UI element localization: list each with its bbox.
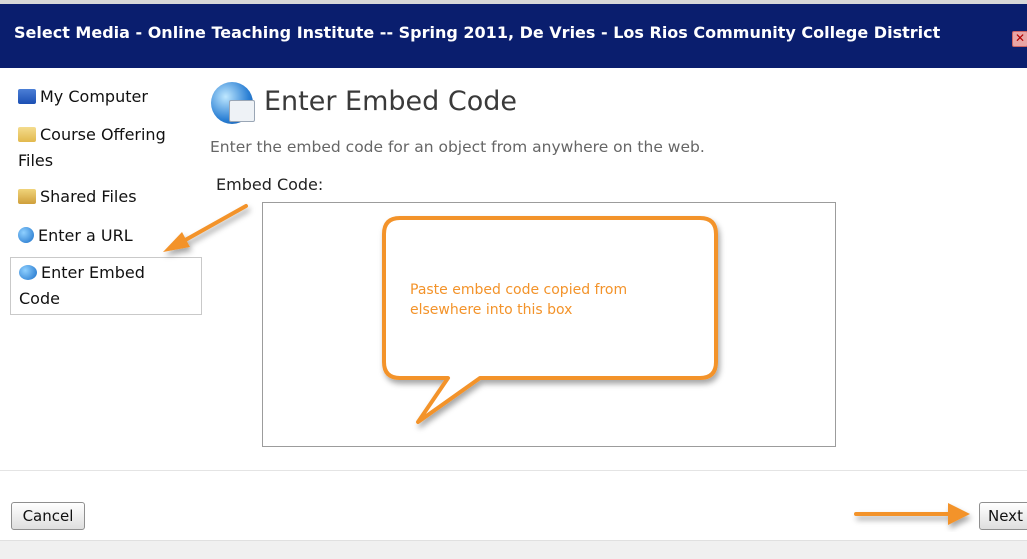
cancel-button[interactable]: Cancel bbox=[11, 502, 85, 530]
folder-icon bbox=[18, 127, 36, 142]
callout-text: Paste embed code copied from elsewhere i… bbox=[410, 282, 628, 318]
embed-globe-icon bbox=[211, 82, 255, 124]
sidebar-item-shared-files[interactable]: Shared Files bbox=[10, 184, 202, 210]
page-title: Enter Embed Code bbox=[264, 86, 518, 117]
computer-icon bbox=[18, 89, 36, 104]
sidebar-item-label: Shared Files bbox=[40, 187, 137, 206]
sidebar-item-enter-embed-code[interactable]: Enter Embed Code bbox=[10, 257, 202, 315]
sidebar-item-label: Enter a URL bbox=[38, 226, 133, 245]
source-sidebar: My Computer Course Offering Files Shared… bbox=[10, 84, 202, 315]
divider bbox=[0, 470, 1027, 471]
sidebar-item-label: Enter Embed Code bbox=[19, 263, 145, 308]
sidebar-item-label: My Computer bbox=[40, 87, 148, 106]
close-icon[interactable] bbox=[1012, 31, 1027, 47]
embed-code-label: Embed Code: bbox=[216, 175, 324, 194]
sidebar-item-enter-url[interactable]: Enter a URL bbox=[10, 223, 202, 249]
arrow-to-next bbox=[854, 503, 970, 525]
next-button[interactable]: Next bbox=[979, 502, 1027, 530]
embed-globe-icon bbox=[19, 265, 37, 280]
dialog-title-bar: Select Media - Online Teaching Institute… bbox=[0, 0, 1027, 68]
dialog-title: Select Media - Online Teaching Institute… bbox=[14, 23, 941, 42]
shared-folder-icon bbox=[18, 189, 36, 204]
footer-bar bbox=[0, 540, 1027, 559]
sidebar-item-course-offering-files[interactable]: Course Offering Files bbox=[10, 122, 202, 174]
embed-code-input[interactable] bbox=[262, 202, 836, 447]
page-description: Enter the embed code for an object from … bbox=[210, 138, 705, 156]
globe-icon bbox=[18, 227, 34, 243]
sidebar-item-label: Course Offering Files bbox=[18, 125, 166, 170]
sidebar-item-my-computer[interactable]: My Computer bbox=[10, 84, 202, 110]
